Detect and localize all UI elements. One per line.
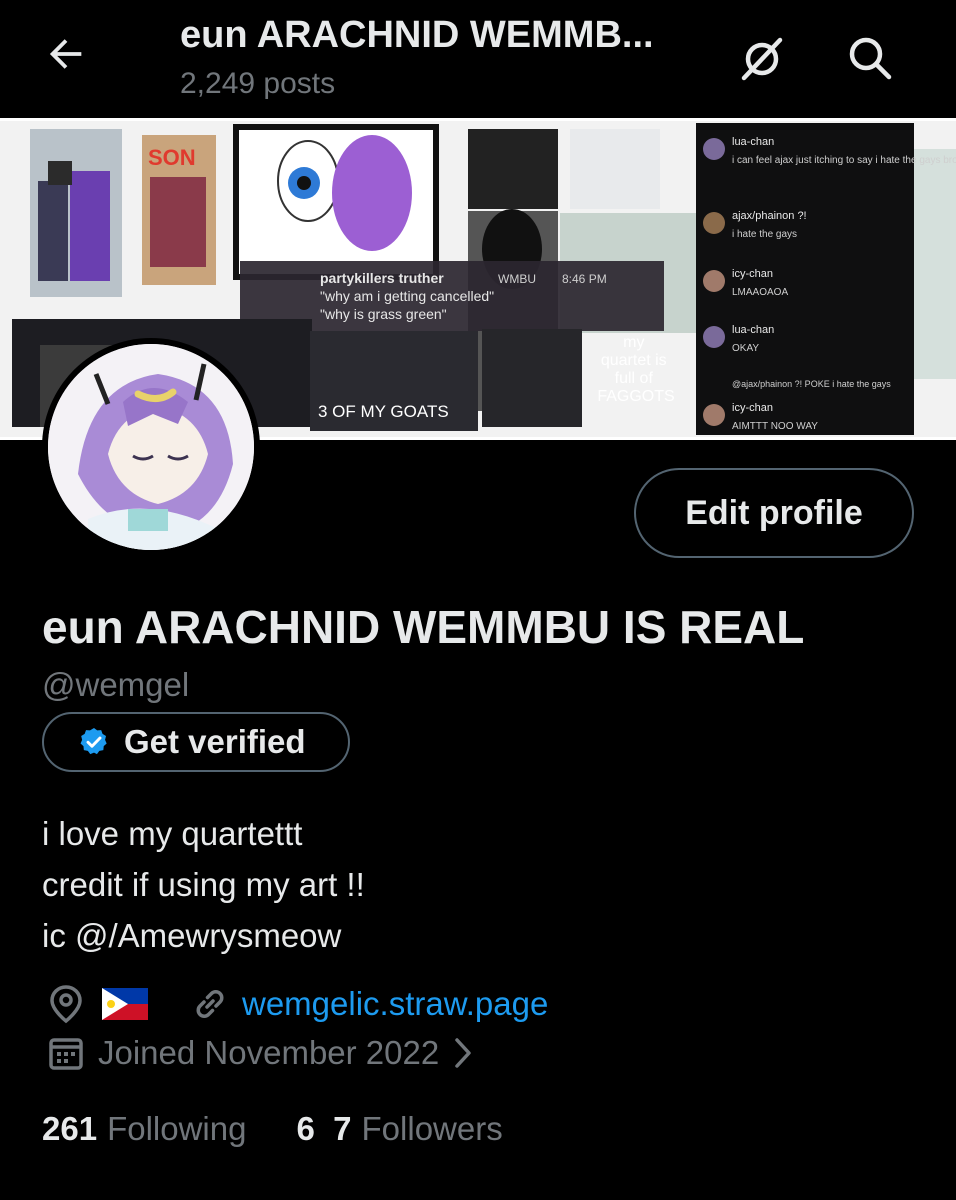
bio-line: credit if using my art !!: [42, 866, 365, 903]
avatar-image: [48, 344, 254, 550]
banner-quartet-1: my: [623, 334, 644, 351]
back-button[interactable]: [40, 28, 92, 80]
bio-line: i love my quartettt: [42, 815, 303, 852]
following-label: Following: [107, 1110, 247, 1147]
chat-5-name: icy-chan: [732, 402, 773, 414]
follow-stats: 261 Following 6 7 Followers: [42, 1110, 503, 1148]
banner-post-time: 8:46 PM: [562, 272, 607, 286]
get-verified-label: Get verified: [124, 723, 306, 760]
followers-stat[interactable]: 6 7 Followers: [296, 1110, 502, 1148]
link-icon: [196, 990, 224, 1018]
chat-1-name: lua-chan: [732, 136, 774, 148]
philippines-flag-icon: [102, 988, 148, 1020]
top-bar: eun ARACHNID WEMMB... 2,249 posts: [0, 0, 956, 118]
website-link[interactable]: wemgelic.straw.page: [242, 985, 548, 1023]
bio-line: ic @/Amewrysmeow: [42, 917, 342, 954]
chat-3-text: LMAAOAOA: [732, 287, 788, 298]
location-link-row: wemgelic.straw.page: [48, 984, 548, 1024]
display-name: eun ARACHNID WEMMBU IS REAL: [42, 601, 805, 653]
followers-label: Followers: [361, 1110, 503, 1147]
banner-post-badge: WMBU: [498, 272, 536, 286]
chat-1-text: i can feel ajax just itching to say i ha…: [732, 155, 956, 166]
banner-post-line2: "why is grass green": [320, 306, 447, 322]
search-button[interactable]: [842, 30, 898, 86]
location-pin-icon: [50, 985, 82, 1024]
banner-post-author: partykillers truther: [320, 270, 444, 286]
banner-quartet-2: quartet is: [601, 352, 667, 369]
joined-date: Joined November 2022: [98, 1034, 440, 1071]
header-title-block: eun ARACHNID WEMMB... 2,249 posts: [180, 14, 720, 101]
header-title: eun ARACHNID WEMMB...: [180, 14, 654, 56]
handle: @wemgel: [42, 666, 190, 703]
chat-4-text: OKAY: [732, 343, 759, 354]
chat-2-name: ajax/phainon ?!: [732, 210, 807, 222]
following-stat[interactable]: 261 Following: [42, 1110, 246, 1148]
banner-quartet-4: FAGGOTS: [597, 388, 674, 405]
no-signal-icon: [741, 37, 783, 81]
following-count: 261: [42, 1110, 98, 1147]
verified-badge-icon: [80, 728, 107, 755]
chat-reply: @ajax/phainon ?! POKE i hate the gays: [732, 379, 891, 389]
banner-son-label: SON: [148, 145, 196, 170]
grok-button[interactable]: [734, 30, 790, 86]
chat-5-text: AIMTTT NOO WAY: [732, 421, 818, 432]
calendar-icon: [49, 1038, 83, 1070]
search-icon: [849, 37, 892, 80]
post-count: 2,249 posts: [180, 67, 336, 100]
banner-post-line1: "why am i getting cancelled": [320, 288, 494, 304]
banner-goats-caption: 3 OF MY GOATS: [318, 402, 449, 421]
bio: i love my quartettt credit if using my a…: [42, 808, 365, 961]
chat-2-text: i hate the gays: [732, 229, 797, 240]
chat-4-name: lua-chan: [732, 324, 774, 336]
edit-profile-button[interactable]: Edit profile: [634, 468, 914, 558]
arrow-left-icon: [49, 39, 82, 69]
chevron-right-icon: [455, 1038, 471, 1068]
followers-count: 6 7: [296, 1110, 352, 1147]
banner-quartet-3: full of: [615, 370, 654, 387]
joined-row[interactable]: Joined November 2022: [48, 1034, 477, 1072]
avatar[interactable]: [42, 338, 260, 556]
chat-3-name: icy-chan: [732, 268, 773, 280]
get-verified-button[interactable]: Get verified: [42, 712, 350, 772]
